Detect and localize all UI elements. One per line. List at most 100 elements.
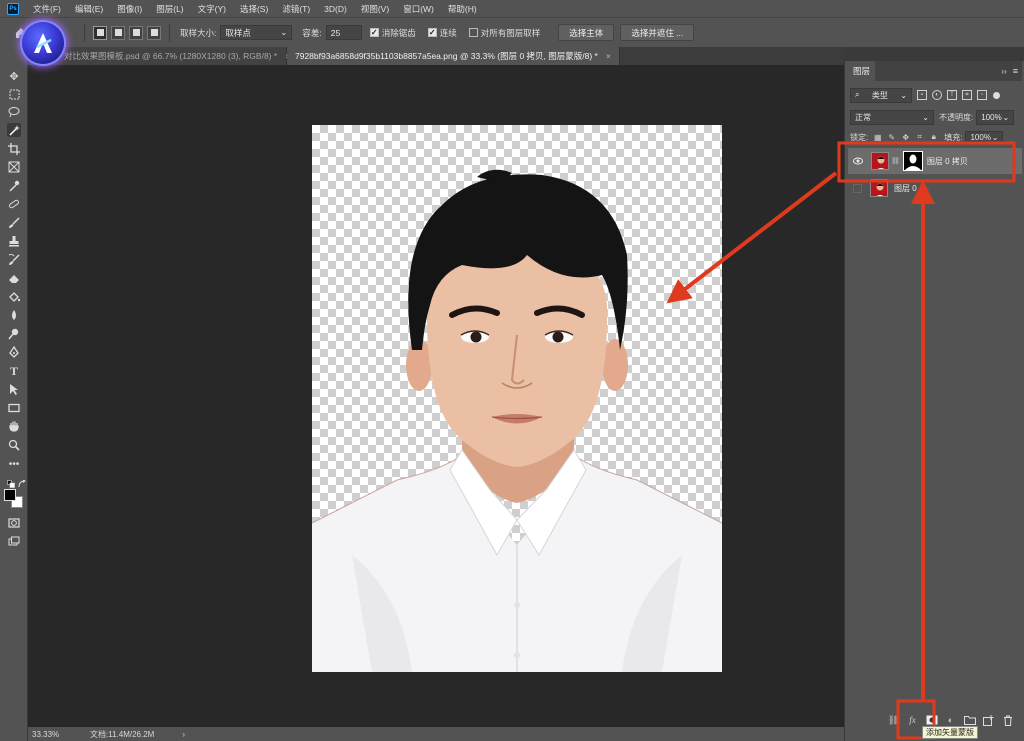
- quick-mask-icon[interactable]: [7, 516, 21, 530]
- frame-icon[interactable]: [7, 160, 21, 174]
- menu-view[interactable]: 视图(V): [354, 3, 396, 15]
- collapse-icon[interactable]: ››: [1001, 67, 1006, 76]
- menu-3d[interactable]: 3D(D): [317, 4, 354, 14]
- opacity-input[interactable]: 100% ⌄: [976, 109, 1015, 125]
- subtract-selection-button[interactable]: [129, 25, 143, 40]
- contiguous-checkbox[interactable]: ✓: [427, 28, 437, 37]
- link-icon[interactable]: ⛓: [891, 157, 900, 165]
- antialias-checkbox[interactable]: ✓: [369, 28, 379, 37]
- menu-window[interactable]: 窗口(W): [396, 3, 441, 15]
- adjustment-filter-icon[interactable]: ◐: [932, 90, 942, 100]
- filter-toggle-icon[interactable]: [993, 91, 1000, 99]
- intersect-selection-button[interactable]: [147, 25, 161, 40]
- pen-icon[interactable]: [7, 345, 21, 359]
- menu-edit[interactable]: 编辑(E): [68, 3, 110, 15]
- path-select-icon[interactable]: [7, 382, 21, 396]
- lock-artboard-icon[interactable]: ⌗: [915, 132, 924, 142]
- tab-current-png[interactable]: 7928bf93a6858d9f35b1103b8857a5ea.png @ 3…: [287, 47, 620, 65]
- select-subject-button[interactable]: 选择主体: [558, 24, 615, 41]
- tab-template-psd[interactable]: 对比效果图模板.psd @ 66.7% (1280X1280 (3), RGB/…: [28, 47, 290, 65]
- menu-help[interactable]: 帮助(H): [441, 3, 484, 15]
- rectangle-icon[interactable]: [7, 401, 21, 415]
- photoshop-window: Ps 文件(F) 编辑(E) 图像(I) 图层(L) 文字(Y) 选择(S) 滤…: [0, 0, 1024, 741]
- folder-icon[interactable]: [963, 714, 976, 726]
- layer-row-copy[interactable]: ⛓ 图层 0 拷贝: [848, 148, 1022, 174]
- dodge-icon[interactable]: [7, 327, 21, 341]
- chevron-down-icon: ⌄: [922, 112, 929, 122]
- panel-menu-icon[interactable]: ≡: [1013, 66, 1018, 76]
- foreground-color[interactable]: [4, 489, 16, 501]
- stamp-icon[interactable]: [7, 234, 21, 248]
- zoom-level[interactable]: 33.33%: [32, 730, 90, 739]
- eyedropper-icon[interactable]: [7, 179, 21, 193]
- eye-icon[interactable]: [853, 156, 863, 166]
- smart-object-filter-icon[interactable]: ▫: [977, 90, 987, 100]
- tab-layers[interactable]: 图层: [848, 61, 876, 81]
- divider: [169, 23, 170, 42]
- shape-filter-icon[interactable]: ⌗: [962, 90, 972, 100]
- visibility-toggle[interactable]: [853, 183, 862, 193]
- status-menu-arrow[interactable]: ›: [182, 730, 185, 739]
- tolerance-input[interactable]: 25: [325, 25, 362, 40]
- blend-mode-select[interactable]: 正常 ⌄: [850, 109, 934, 125]
- blur-icon[interactable]: [7, 308, 21, 322]
- lock-image-icon[interactable]: ✎: [887, 133, 896, 142]
- lock-position-icon[interactable]: ✥: [901, 133, 910, 142]
- fx-icon[interactable]: fx: [906, 714, 919, 726]
- document-tab-bar: 对比效果图模板.psd @ 66.7% (1280X1280 (3), RGB/…: [28, 47, 844, 65]
- menu-filter[interactable]: 滤镜(T): [275, 3, 317, 15]
- layers-panel: ⌕ 类型 ⌄ ▪ ◐ T ⌗ ▫ 正常 ⌄ 不透明度: 100% ⌄ 锁定: ▦…: [848, 81, 1022, 727]
- blend-opacity-row: 正常 ⌄ 不透明度: 100% ⌄: [848, 109, 1022, 125]
- healing-icon[interactable]: [7, 197, 21, 211]
- layer-thumbnail[interactable]: [870, 179, 888, 197]
- history-brush-icon[interactable]: [7, 253, 21, 267]
- trash-icon[interactable]: [1001, 714, 1014, 726]
- menu-layer[interactable]: 图层(L): [149, 3, 190, 15]
- move-icon[interactable]: ✥: [7, 69, 21, 83]
- mask-thumbnail[interactable]: [902, 151, 923, 171]
- screen-mode-icon[interactable]: [7, 535, 21, 549]
- layer-name[interactable]: 图层 0: [894, 183, 917, 194]
- lasso-icon[interactable]: [7, 105, 21, 119]
- lock-all-icon[interactable]: 🔒︎: [929, 132, 938, 142]
- more-icon[interactable]: •••: [7, 457, 21, 471]
- menu-image[interactable]: 图像(I): [110, 3, 149, 15]
- fill-input[interactable]: 100% ⌄: [965, 130, 1004, 144]
- lock-transparency-icon[interactable]: ▦: [873, 133, 882, 142]
- menu-type[interactable]: 文字(Y): [191, 3, 233, 15]
- eraser-icon[interactable]: [7, 271, 21, 285]
- app-icon[interactable]: Ps: [7, 2, 19, 15]
- fill-label: 填充:: [944, 132, 963, 142]
- document-canvas[interactable]: [312, 125, 722, 672]
- new-layer-icon[interactable]: [982, 714, 995, 726]
- menu-select[interactable]: 选择(S): [233, 3, 275, 15]
- mask-icon[interactable]: [925, 714, 938, 726]
- hand-icon[interactable]: [7, 419, 21, 433]
- layer-thumbnail[interactable]: [871, 152, 889, 170]
- bucket-icon[interactable]: [7, 290, 21, 304]
- menu-file[interactable]: 文件(F): [26, 3, 68, 15]
- add-selection-button[interactable]: [111, 25, 125, 40]
- type-icon[interactable]: T: [7, 364, 21, 378]
- close-icon[interactable]: ×: [606, 51, 611, 61]
- crop-icon[interactable]: [7, 142, 21, 156]
- type-filter-icon[interactable]: T: [947, 90, 957, 100]
- canvas-area[interactable]: [28, 65, 844, 727]
- sample-all-checkbox[interactable]: [468, 28, 478, 37]
- blend-mode-value: 正常: [855, 112, 871, 122]
- marquee-icon[interactable]: [7, 87, 21, 101]
- swap-colors-icon[interactable]: [15, 477, 29, 491]
- magic-wand-icon[interactable]: [7, 123, 21, 137]
- layer-row-original[interactable]: 图层 0: [848, 175, 1022, 201]
- zoom-icon[interactable]: [7, 438, 21, 452]
- pixel-filter-icon[interactable]: ▪: [917, 90, 927, 100]
- filter-kind-select[interactable]: ⌕ 类型 ⌄: [850, 87, 912, 103]
- new-selection-button[interactable]: [93, 25, 107, 40]
- brand-logo: [22, 22, 64, 64]
- link-icon[interactable]: ⛓: [887, 714, 900, 726]
- select-and-mask-button[interactable]: 选择并遮住 ...: [620, 24, 695, 41]
- sample-size-select[interactable]: 取样点 ⌄: [220, 25, 293, 40]
- layer-name[interactable]: 图层 0 拷贝: [927, 156, 968, 167]
- brush-icon[interactable]: [7, 216, 21, 230]
- adjustment-icon[interactable]: ◐: [944, 714, 957, 726]
